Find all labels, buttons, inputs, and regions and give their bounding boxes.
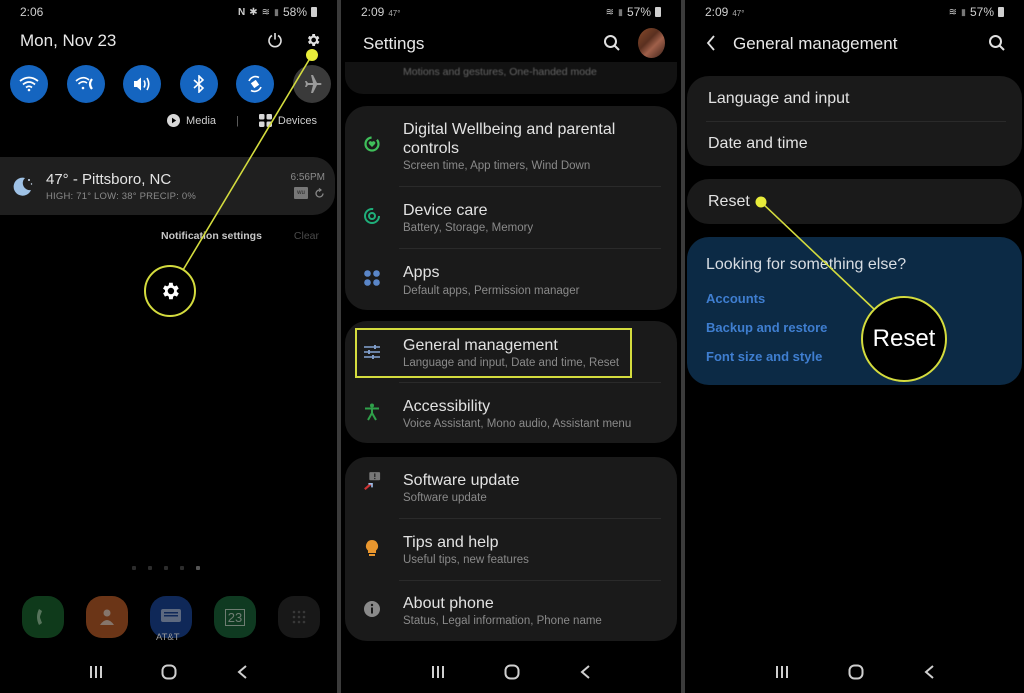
reset-callout: Reset [861,296,947,382]
navigation-bar [341,659,681,685]
item-title: About phone [403,595,494,612]
back-icon[interactable] [236,664,248,680]
item-title: Apps [403,264,440,281]
home-icon[interactable] [848,664,864,680]
home-icon[interactable] [504,664,520,680]
navigation-bar [685,659,1024,685]
battery-icon [655,7,661,17]
battery-percent: 57% [626,5,651,19]
accessibility-icon [363,403,381,421]
callout-label: Reset [872,325,936,352]
settings-item-digital-wellbeing[interactable]: Digital Wellbeing and parental controls … [345,106,677,172]
callout-line [182,49,318,271]
page-title: Settings [363,34,425,53]
settings-item-accessibility[interactable]: Accessibility Voice Assistant, Mono audi… [345,383,677,443]
item-description: Battery, Storage, Memory [403,222,534,234]
home-icon[interactable] [161,664,177,680]
software-update-icon [363,472,381,491]
phone-app[interactable] [22,596,64,638]
general-management-panel: 2:09 47° ≋ ▮ 57% General management Lang… [685,0,1024,693]
callout-line [755,196,876,311]
recents-icon[interactable] [89,665,103,679]
settings-item-about-phone[interactable]: About phone Status, Legal information, P… [345,581,677,641]
partially-hidden-item[interactable]: Motions and gestures, One-handed mode [345,62,677,94]
notification-shade-panel: 2:06 N ✱ ≋ ▮ 58% Mon, Nov 23 Media | Dev… [0,0,337,693]
status-time: 2:09 [361,5,385,19]
item-description: Screen time, App timers, Wind Down [403,160,591,172]
item-title: Tips and help [403,534,499,551]
settings-item-software-update[interactable]: Software update Software update [345,457,677,518]
messages-icon [161,609,181,622]
highlight-frame [355,328,632,378]
lightbulb-icon [363,539,381,557]
item-description: Software update [403,492,487,504]
dock-folder-label: AT&T [156,632,180,643]
settings-callout [144,265,196,317]
contacts-app[interactable] [86,596,128,638]
recents-icon[interactable] [775,665,789,679]
back-icon[interactable] [923,664,935,680]
app-drawer[interactable] [278,596,320,638]
wifi-status-icon: ≋ [605,6,615,18]
item-title: Software update [403,472,520,489]
calendar-app[interactable]: 23 [214,596,256,638]
settings-item-tips-and-help[interactable]: Tips and help Useful tips, new features [345,519,677,580]
recents-icon[interactable] [431,665,445,679]
apps-icon [363,269,381,287]
app-grid-icon [292,610,306,624]
item-title: Digital Wellbeing and parental controls [403,121,616,157]
phone-icon [37,609,42,625]
search-icon[interactable] [603,34,621,52]
navigation-bar [0,659,337,685]
item-title: Device care [403,202,488,219]
contacts-icon [100,609,114,625]
profile-avatar[interactable] [638,28,665,58]
settings-item-device-care[interactable]: Device care Battery, Storage, Memory [345,187,677,248]
page-indicator [132,566,200,570]
settings-item-apps[interactable]: Apps Default apps, Permission manager [345,249,677,310]
status-bar: 2:09 47° ≋ ▮ 57% [361,4,661,20]
item-description: Voice Assistant, Mono audio, Assistant m… [403,418,632,430]
signal-icon: ▮ [618,6,623,17]
info-icon [363,600,381,618]
partially-hidden-description: Motions and gestures, One-handed mode [403,66,597,78]
settings-group: Digital Wellbeing and parental controls … [345,106,677,310]
settings-group: Software update Software update Tips and… [345,457,677,641]
item-description: Default apps, Permission manager [403,285,580,297]
status-temp: 47° [388,9,401,18]
device-care-icon [363,207,381,225]
back-icon[interactable] [579,664,591,680]
item-description: Useful tips, new features [403,554,529,566]
item-description: Status, Legal information, Phone name [403,615,602,627]
item-title: Accessibility [403,398,491,415]
settings-gear-icon [163,282,179,300]
calendar-icon: 23 [224,608,246,626]
digital-wellbeing-icon [363,135,381,153]
settings-panel: 2:09 47° ≋ ▮ 57% Settings Motions and ge… [341,0,681,693]
